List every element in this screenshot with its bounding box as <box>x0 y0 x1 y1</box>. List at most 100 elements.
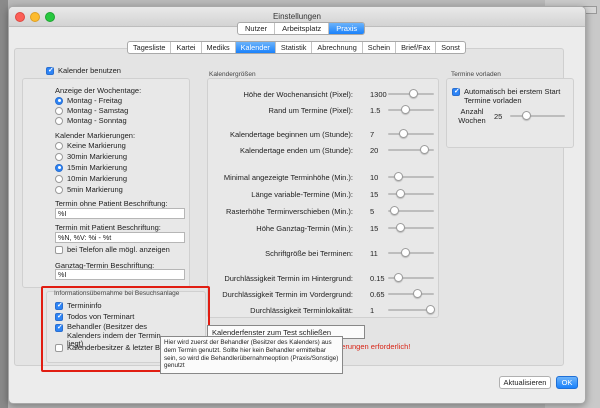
slider-knob[interactable] <box>395 223 405 232</box>
kalenderbesitzer-row[interactable]: Kalenderbesitzer & letzter Bel <box>55 343 166 352</box>
size-slider[interactable] <box>388 273 434 283</box>
telefon-label: bei Telefon alle mögl. anzeigen <box>67 245 170 254</box>
radio-keine-button[interactable] <box>55 141 63 150</box>
size-slider[interactable] <box>388 172 434 182</box>
size-slider[interactable] <box>388 105 434 115</box>
radio-keine[interactable]: Keine Markierung <box>55 141 126 150</box>
tab-arbeitsplatz[interactable]: Arbeitsplatz <box>275 23 330 34</box>
size-slider[interactable] <box>388 289 434 299</box>
slider-knob[interactable] <box>393 172 403 181</box>
slider-track <box>388 252 434 254</box>
top-tab-bar: Nutzer Arbeitsplatz Praxis <box>237 22 366 35</box>
size-slider[interactable] <box>388 145 434 155</box>
tab-praxis[interactable]: Praxis <box>329 23 365 34</box>
size-label: Höhe der Wochenansicht (Pixel): <box>243 90 354 99</box>
radio-10min[interactable]: 10min Markierung <box>55 174 127 183</box>
radio-5min[interactable]: 5min Markierung <box>55 185 123 194</box>
termininfo-checkbox[interactable] <box>55 301 63 310</box>
size-value: 7 <box>370 130 375 139</box>
anzahl-wochen-slider[interactable] <box>510 111 565 121</box>
radio-10min-button[interactable] <box>55 174 63 183</box>
size-label: Rand um Termine (Pixel): <box>268 106 353 115</box>
radio-15min[interactable]: 15min Markierung <box>55 163 127 172</box>
tab-sonst[interactable]: Sonst <box>436 42 465 53</box>
size-value: 1 <box>370 306 375 315</box>
tab-kartei[interactable]: Kartei <box>171 42 202 53</box>
warning-text: derungen erforderlich! <box>337 342 411 351</box>
slider-knob[interactable] <box>412 289 422 298</box>
size-slider[interactable] <box>388 189 434 199</box>
tab-abrechnung[interactable]: Abrechnung <box>312 42 363 53</box>
mit-patient-input[interactable]: %N, %V: %i - %t <box>55 232 185 243</box>
minimize-window-button[interactable] <box>30 12 40 22</box>
size-value: 15 <box>370 190 379 199</box>
size-slider[interactable] <box>388 305 435 315</box>
todos-checkbox[interactable] <box>55 312 63 321</box>
slider-knob[interactable] <box>401 248 411 257</box>
radio-mo-so-button[interactable] <box>55 116 63 125</box>
slider-knob[interactable] <box>408 89 418 98</box>
tab-schein[interactable]: Schein <box>363 42 397 53</box>
tab-brief-fax[interactable]: Brief/Fax <box>396 42 437 53</box>
size-slider[interactable] <box>388 89 434 99</box>
ohne-patient-input[interactable]: %I <box>55 208 185 219</box>
mit-patient-label: Termin mit Patient Beschriftung: <box>55 223 161 232</box>
radio-15min-button[interactable] <box>55 163 63 172</box>
radio-5min-button[interactable] <box>55 185 63 194</box>
slider-knob[interactable] <box>393 273 403 282</box>
radio-mo-fr-button[interactable] <box>55 96 63 105</box>
zoom-window-button[interactable] <box>45 12 55 22</box>
size-slider[interactable] <box>388 248 434 258</box>
slider-knob[interactable] <box>426 305 435 314</box>
slider-knob[interactable] <box>521 111 531 120</box>
tab-tagesliste[interactable]: Tagesliste <box>128 42 172 53</box>
telefon-row[interactable]: bei Telefon alle mögl. anzeigen <box>55 245 170 254</box>
tab-statistik[interactable]: Statistik <box>276 42 313 53</box>
size-label: Länge variable-Termine (Min.): <box>251 190 353 199</box>
tab-mediks[interactable]: Mediks <box>202 42 236 53</box>
size-slider[interactable] <box>388 223 434 233</box>
size-slider[interactable] <box>388 129 434 139</box>
slider-knob[interactable] <box>401 105 411 114</box>
ok-button[interactable]: OK <box>556 376 578 389</box>
kalender-benutzen-row[interactable]: Kalender benutzen <box>46 66 121 75</box>
auto-vorladen-checkbox[interactable] <box>452 87 460 96</box>
radio-30min-button[interactable] <box>55 152 63 161</box>
auto-vorladen-row[interactable]: Automatisch bei erstem Start Termine vor… <box>452 87 572 105</box>
radio-keine-label: Keine Markierung <box>67 141 126 150</box>
radio-mo-so-label: Montag - Sonntag <box>67 116 127 125</box>
radio-mo-fr[interactable]: Montag - Freitag <box>55 96 122 105</box>
size-slider[interactable] <box>388 206 434 216</box>
todos-row[interactable]: Todos von Terminart <box>55 312 134 321</box>
slider-knob[interactable] <box>395 189 405 198</box>
radio-mo-fr-label: Montag - Freitag <box>67 96 123 105</box>
ohne-patient-label: Termin ohne Patient Beschriftung: <box>55 199 168 208</box>
window-controls <box>15 12 55 22</box>
anzahl-wochen-value: 25 <box>494 112 503 121</box>
slider-knob[interactable] <box>420 145 430 154</box>
radio-30min[interactable]: 30min Markierung <box>55 152 127 161</box>
size-value: 1.5 <box>370 106 381 115</box>
kalenderbesitzer-checkbox[interactable] <box>55 343 63 352</box>
slider-track <box>388 193 434 195</box>
slider-knob[interactable] <box>399 129 409 138</box>
ganztag-input[interactable]: %I <box>55 269 185 280</box>
behandler-checkbox[interactable] <box>55 323 63 332</box>
radio-mo-sa[interactable]: Montag - Samstag <box>55 106 128 115</box>
termininfo-row[interactable]: Termininfo <box>55 301 102 310</box>
size-value: 11 <box>370 249 378 258</box>
size-label: Kalendertage beginnen um (Stunde): <box>229 130 353 139</box>
size-label: Rasterhöhe Terminverschieben (Min.): <box>226 207 353 216</box>
radio-mo-so[interactable]: Montag - Sonntag <box>55 116 127 125</box>
telefon-checkbox[interactable] <box>55 245 63 254</box>
slider-knob[interactable] <box>389 206 399 215</box>
size-value: 10 <box>370 173 379 182</box>
close-window-button[interactable] <box>15 12 25 22</box>
size-value: 0.15 <box>370 274 385 283</box>
kalender-benutzen-checkbox[interactable] <box>46 66 54 75</box>
refresh-button[interactable]: Aktualisieren <box>499 376 551 389</box>
tab-kalender[interactable]: Kalender <box>235 42 276 53</box>
radio-mo-sa-button[interactable] <box>55 106 63 115</box>
tab-nutzer[interactable]: Nutzer <box>238 23 276 34</box>
window-title: Einstellungen <box>272 12 322 21</box>
